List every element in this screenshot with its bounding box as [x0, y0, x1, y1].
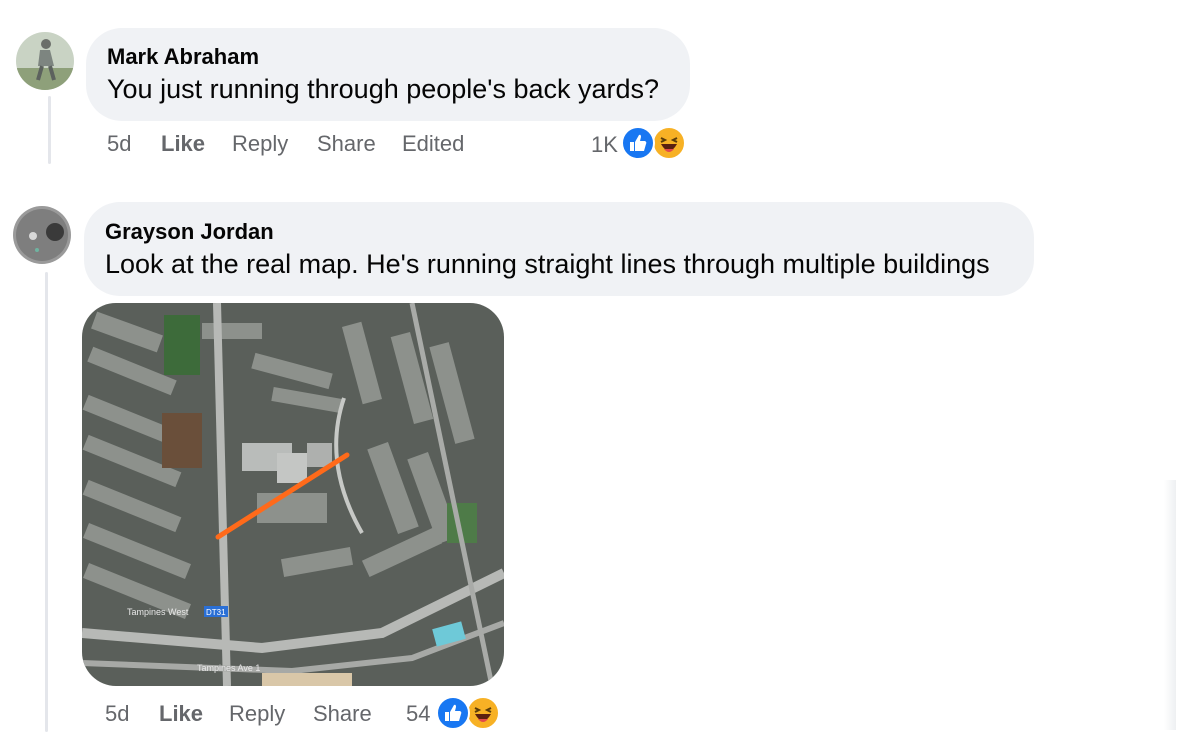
like-button[interactable]: Like — [159, 701, 203, 727]
thread-line — [45, 272, 48, 732]
comment-author[interactable]: Grayson Jordan — [105, 219, 274, 245]
comment-text: You just running through people's back y… — [107, 74, 660, 104]
comment-text: Look at the real map. He's running strai… — [105, 249, 990, 279]
reaction-count[interactable]: 1K — [591, 132, 618, 158]
haha-icon — [466, 696, 500, 730]
comment-timestamp[interactable]: 5d — [105, 701, 129, 727]
like-button[interactable]: Like — [161, 131, 205, 157]
reply-button[interactable]: Reply — [229, 701, 285, 727]
avatar[interactable] — [13, 206, 71, 264]
reply-button[interactable]: Reply — [232, 131, 288, 157]
reaction-count[interactable]: 54 — [406, 701, 430, 727]
map-image-attachment[interactable]: Tampines West DT31 Tampines Ave 1 — [82, 303, 504, 686]
share-button[interactable]: Share — [317, 131, 376, 157]
avatar[interactable] — [16, 32, 74, 90]
edited-label[interactable]: Edited — [402, 131, 464, 157]
haha-icon — [652, 126, 686, 160]
like-icon — [621, 126, 655, 160]
comment-timestamp[interactable]: 5d — [107, 131, 131, 157]
like-icon — [436, 696, 470, 730]
scroll-edge-shadow — [1164, 480, 1176, 730]
map-label: Tampines West — [127, 607, 189, 617]
map-station-label: DT31 — [206, 608, 226, 617]
map-label: Tampines Ave 1 — [197, 663, 260, 673]
thread-line — [48, 96, 51, 164]
comment-author[interactable]: Mark Abraham — [107, 44, 259, 70]
share-button[interactable]: Share — [313, 701, 372, 727]
